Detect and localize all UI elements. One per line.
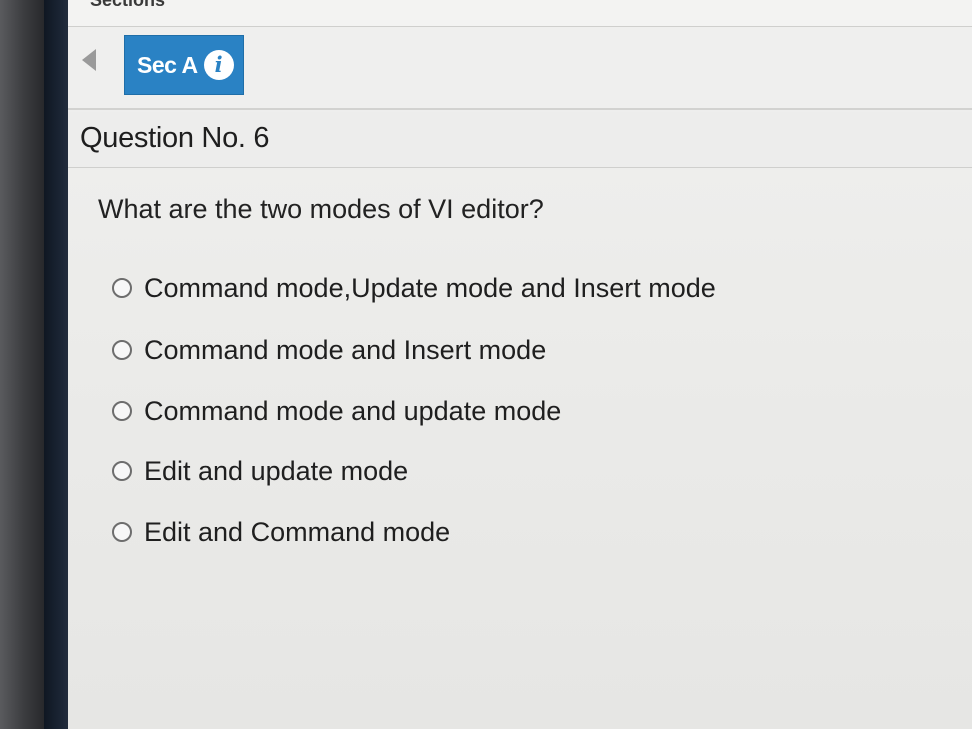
- answer-option-label: Edit and update mode: [144, 455, 409, 486]
- radio-unchecked-icon[interactable]: [112, 340, 132, 360]
- answer-option-label: Edit and Command mode: [144, 516, 451, 547]
- info-icon[interactable]: i: [203, 50, 234, 80]
- sections-header: Sections: [68, 0, 972, 27]
- radio-unchecked-icon[interactable]: [112, 461, 132, 481]
- section-tabs-bar: Sec A i: [68, 27, 972, 110]
- radio-unchecked-icon[interactable]: [112, 522, 132, 542]
- answer-option-label: Command mode,Update mode and Insert mode: [144, 272, 716, 303]
- answer-option-label: Command mode and update mode: [144, 395, 562, 426]
- radio-unchecked-icon[interactable]: [112, 278, 132, 298]
- answer-option-2[interactable]: Command mode and Insert mode: [112, 330, 932, 370]
- section-tab-label: Sec A: [137, 51, 198, 78]
- sections-label: Sections: [90, 0, 166, 10]
- exam-screen: Sections Sec A i Question No. 6 What are…: [68, 0, 972, 729]
- question-number-title: Question No. 6: [80, 122, 270, 154]
- section-tab-sec-a[interactable]: Sec A i: [124, 35, 244, 95]
- radio-unchecked-icon[interactable]: [112, 401, 132, 421]
- answer-option-3[interactable]: Command mode and update mode: [112, 391, 932, 431]
- answer-option-5[interactable]: Edit and Command mode: [112, 512, 932, 552]
- triangle-left-icon[interactable]: [82, 49, 96, 71]
- answer-option-1[interactable]: Command mode,Update mode and Insert mode: [112, 268, 932, 308]
- answer-option-label: Command mode and Insert mode: [144, 334, 547, 365]
- question-text: What are the two modes of VI editor?: [98, 194, 544, 224]
- answer-option-4[interactable]: Edit and update mode: [112, 451, 932, 491]
- question-header: Question No. 6: [68, 112, 972, 168]
